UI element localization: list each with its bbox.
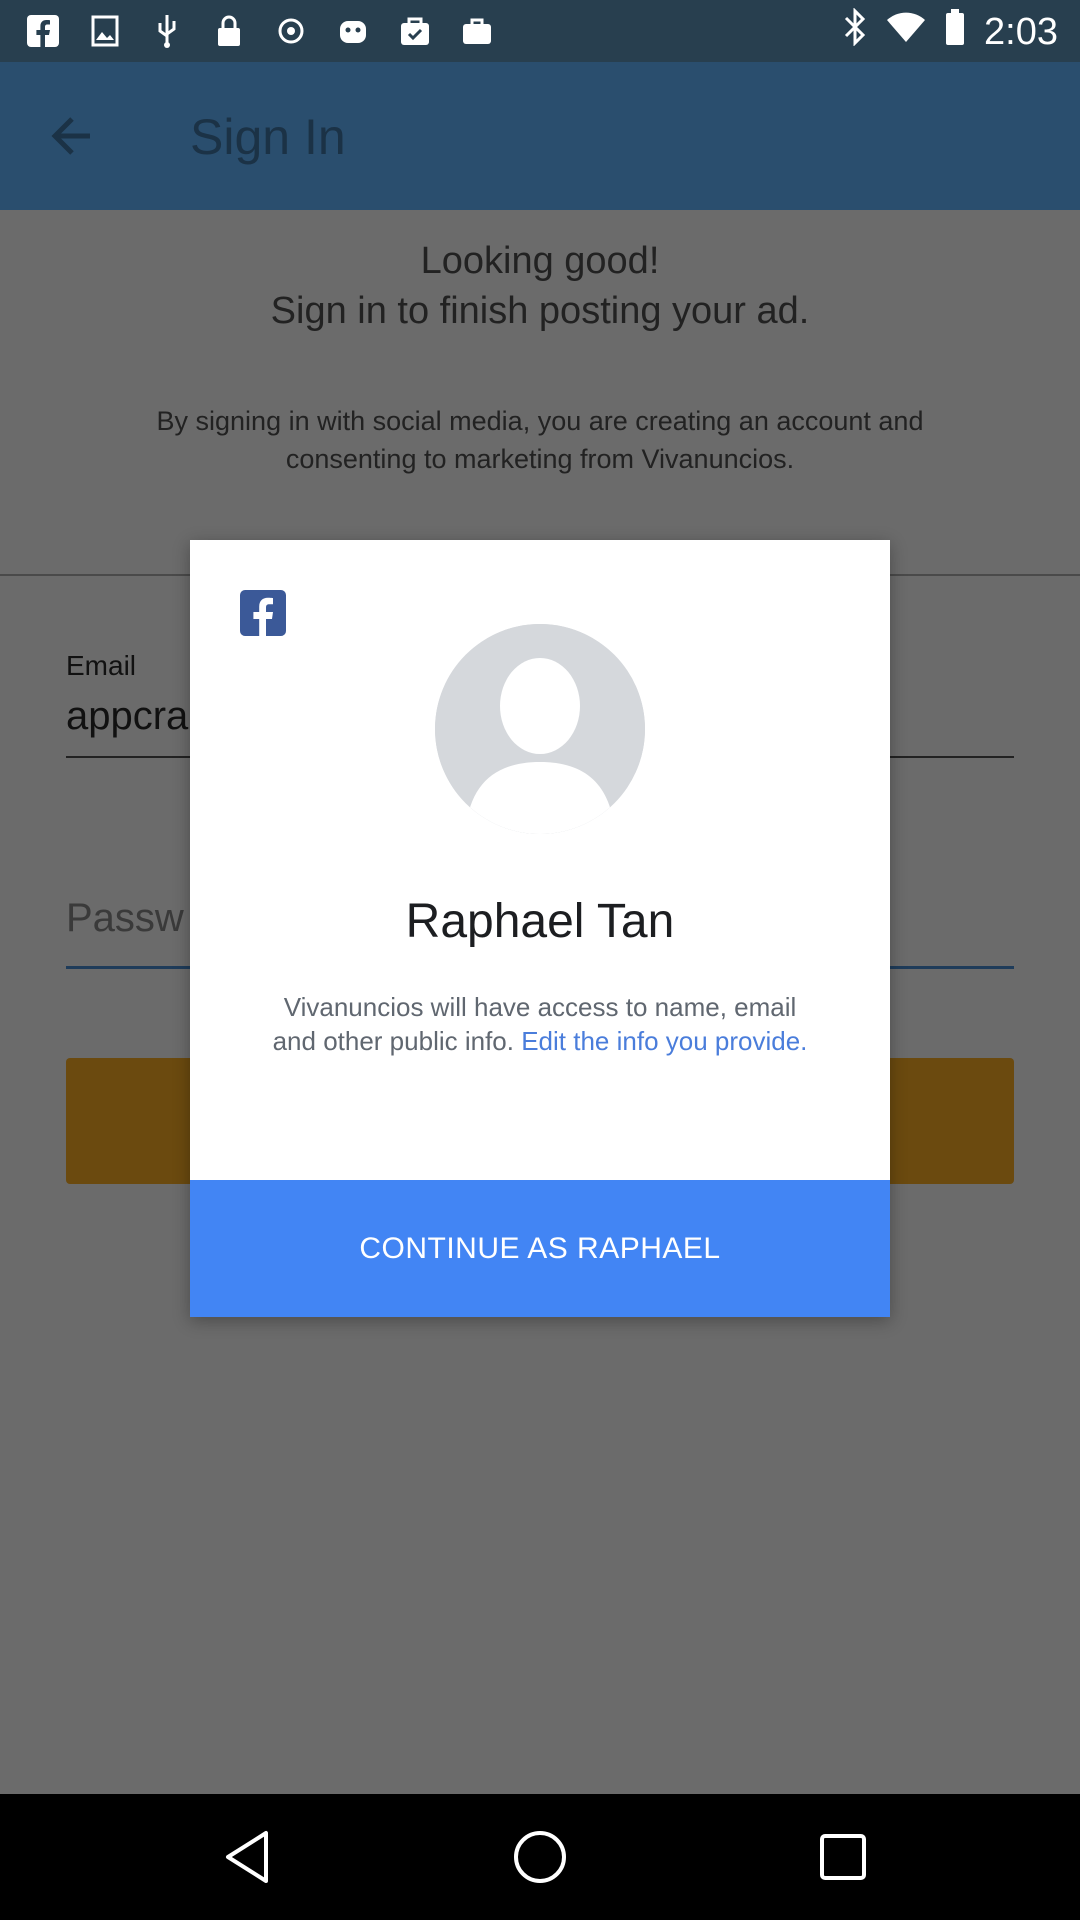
image-icon [86, 12, 124, 50]
check-bag-icon [396, 12, 434, 50]
facebook-icon [24, 12, 62, 50]
bluetooth-icon [842, 7, 868, 56]
status-time: 2:03 [984, 10, 1058, 53]
navigation-bar [0, 1794, 1080, 1920]
access-notice: Vivanuncios will have access to name, em… [270, 990, 810, 1058]
password-field[interactable]: Passw [66, 896, 184, 941]
briefcase-icon [458, 12, 496, 50]
facebook-logo-icon [240, 590, 286, 636]
email-field[interactable]: appcra [66, 694, 188, 739]
status-right: 2:03 [842, 7, 1058, 56]
headline-line2: Sign in to finish posting your ad. [270, 290, 810, 332]
lock-icon [210, 12, 248, 50]
screen: 2:03 Sign In Looking good! Sign in to fi… [0, 0, 1080, 1920]
usb-icon [148, 12, 186, 50]
status-bar: 2:03 [0, 0, 1080, 62]
home-circle-icon[interactable] [505, 1822, 575, 1892]
circle-icon [272, 12, 310, 50]
notification-icons [24, 12, 496, 50]
back-triangle-icon[interactable] [212, 1822, 282, 1892]
user-name: Raphael Tan [405, 895, 675, 948]
headline: Looking good! Sign in to finish posting … [0, 236, 1080, 336]
page-title: Sign In [190, 109, 346, 165]
android-icon [334, 12, 372, 50]
headline-line1: Looking good! [420, 240, 660, 282]
email-label: Email [66, 650, 137, 681]
consent-text: By signing in with social media, you are… [156, 406, 924, 474]
battery-icon [944, 8, 966, 56]
continue-button[interactable]: CONTINUE AS RAPHAEL [190, 1180, 890, 1317]
avatar [435, 624, 645, 834]
app-bar: Sign In [0, 62, 1080, 210]
facebook-login-dialog: Raphael Tan Vivanuncios will have access… [190, 540, 890, 1317]
edit-info-link[interactable]: Edit the info you provide. [521, 1026, 807, 1056]
wifi-icon [886, 10, 926, 54]
back-arrow-icon[interactable] [46, 110, 98, 162]
recents-square-icon[interactable] [808, 1822, 878, 1892]
